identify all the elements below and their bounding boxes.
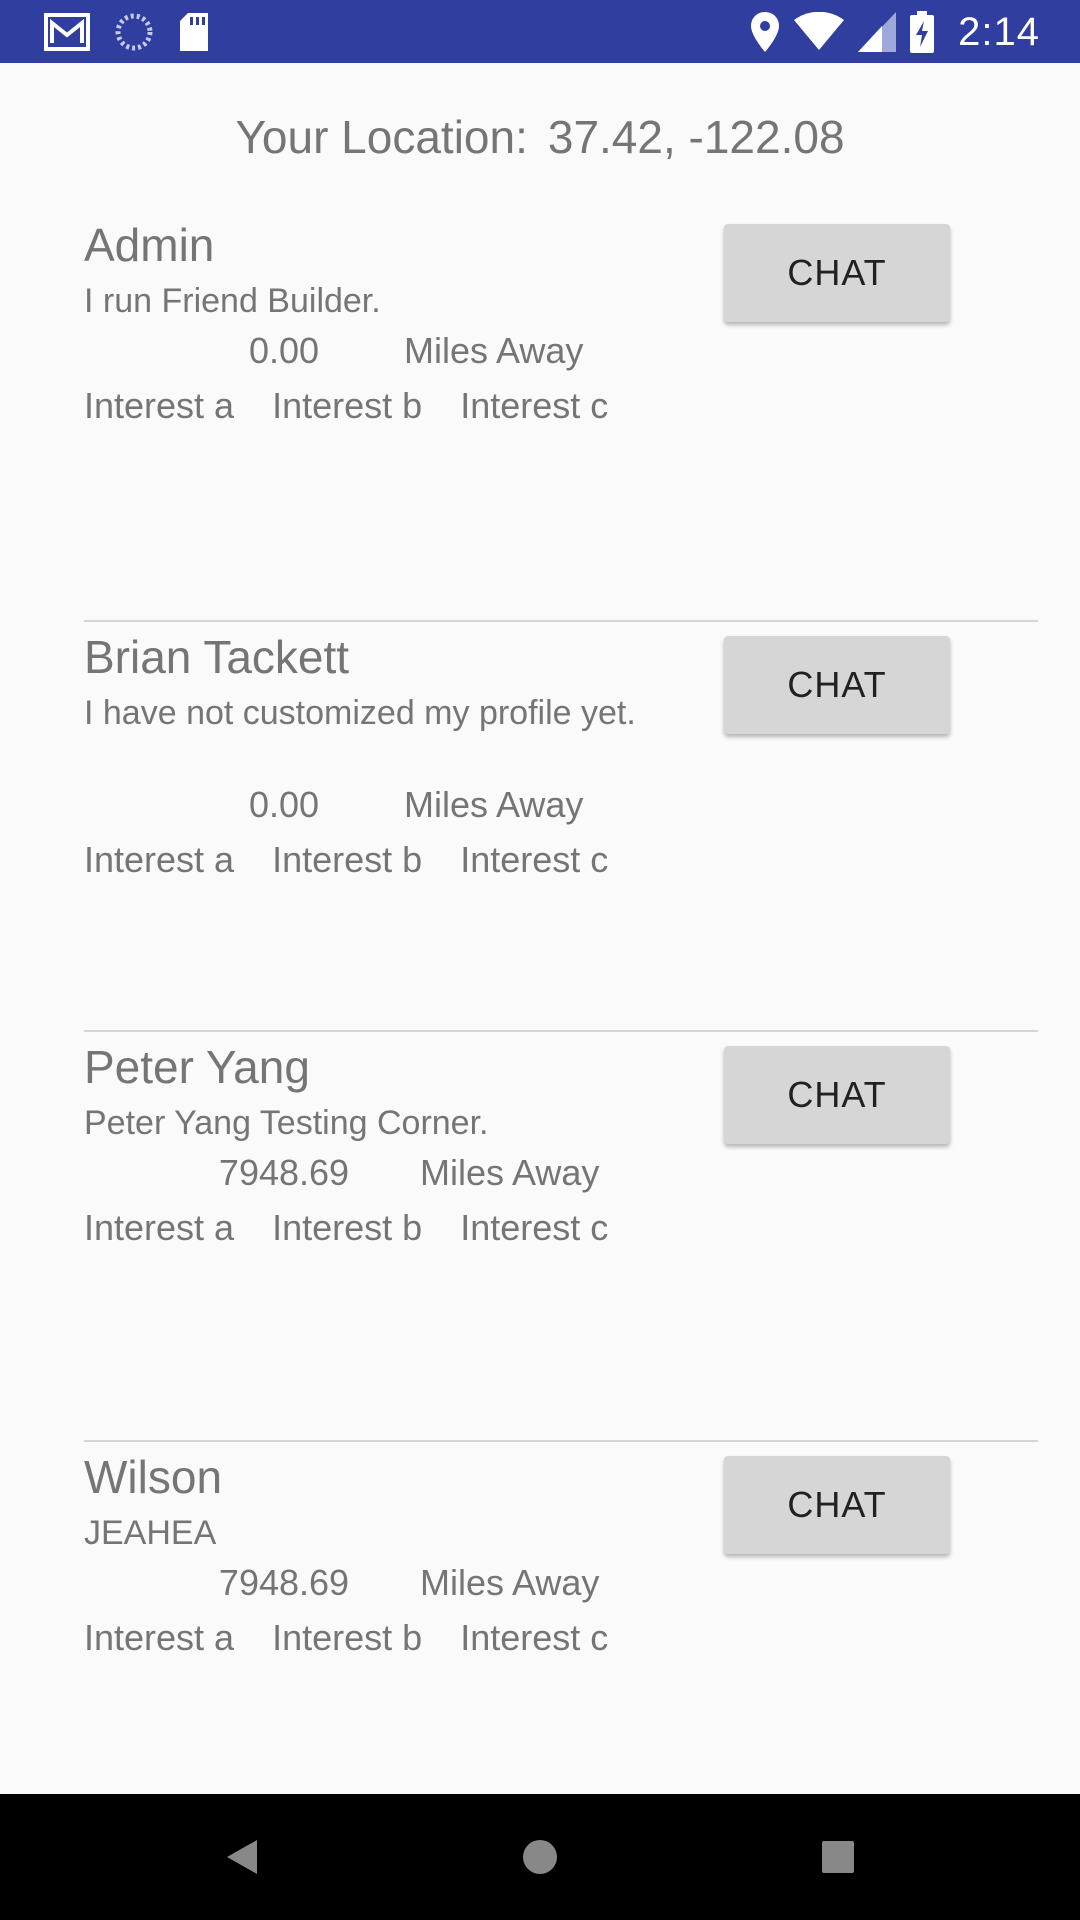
home-icon — [522, 1839, 558, 1880]
location-header: Your Location: 37.42, -122.08 — [0, 110, 1080, 164]
distance-unit: Miles Away — [404, 330, 584, 371]
user-card: Brian Tackett I have not customized my p… — [84, 620, 1038, 1032]
interest-item: Interest a — [84, 385, 235, 426]
interest-item: Interest a — [84, 1207, 235, 1248]
interest-item: Interest b — [272, 839, 423, 880]
interest-item: Interest a — [84, 1617, 235, 1658]
recents-icon — [821, 1840, 855, 1879]
user-name: Wilson — [84, 1451, 223, 1503]
battery-charging-icon — [910, 11, 935, 53]
interest-item: Interest b — [272, 385, 423, 426]
user-interests: Interest a Interest b Interest c — [84, 385, 646, 427]
user-bio: I have not customized my profile yet. — [84, 694, 636, 732]
clock: 2:14 — [958, 9, 1040, 54]
user-card: Wilson JEAHEA 7948.69 Miles Away Interes… — [84, 1440, 1038, 1852]
back-button[interactable] — [212, 1834, 272, 1884]
location-icon — [750, 12, 780, 52]
status-bar: 2:14 — [0, 0, 1080, 63]
distance-unit: Miles Away — [420, 1152, 600, 1193]
user-bio: JEAHEA — [84, 1514, 217, 1552]
user-name: Peter Yang — [84, 1041, 310, 1093]
interest-item: Interest c — [460, 1207, 609, 1248]
distance-unit: Miles Away — [404, 784, 584, 825]
chat-button[interactable]: CHAT — [724, 224, 950, 322]
chat-button[interactable]: CHAT — [724, 1046, 950, 1144]
location-coords: 37.42, -122.08 — [547, 111, 845, 163]
home-button[interactable] — [510, 1834, 570, 1884]
user-card: Peter Yang Peter Yang Testing Corner. 79… — [84, 1030, 1038, 1442]
distance-unit: Miles Away — [420, 1562, 600, 1603]
location-label: Your Location: — [235, 111, 528, 163]
recents-button[interactable] — [808, 1834, 868, 1884]
navigation-bar — [0, 1794, 1080, 1920]
user-name: Admin — [84, 219, 215, 271]
gmail-icon — [44, 13, 90, 51]
interest-item: Interest c — [460, 839, 609, 880]
interest-item: Interest c — [460, 1617, 609, 1658]
wifi-icon — [794, 12, 845, 52]
user-interests: Interest a Interest b Interest c — [84, 839, 646, 881]
user-name: Brian Tackett — [84, 631, 350, 683]
user-interests: Interest a Interest b Interest c — [84, 1617, 646, 1659]
signal-icon — [858, 12, 897, 52]
sd-card-icon — [178, 13, 210, 51]
user-interests: Interest a Interest b Interest c — [84, 1207, 646, 1249]
user-bio: Peter Yang Testing Corner. — [84, 1104, 489, 1142]
interest-item: Interest c — [460, 385, 609, 426]
interest-item: Interest b — [272, 1207, 423, 1248]
chat-button[interactable]: CHAT — [724, 636, 950, 734]
back-icon — [225, 1838, 259, 1881]
interest-item: Interest a — [84, 839, 235, 880]
user-card: Admin I run Friend Builder. 0.00 Miles A… — [84, 210, 1038, 620]
interest-item: Interest b — [272, 1617, 423, 1658]
chat-button[interactable]: CHAT — [724, 1456, 950, 1554]
user-bio: I run Friend Builder. — [84, 282, 381, 320]
sync-icon — [114, 12, 154, 52]
